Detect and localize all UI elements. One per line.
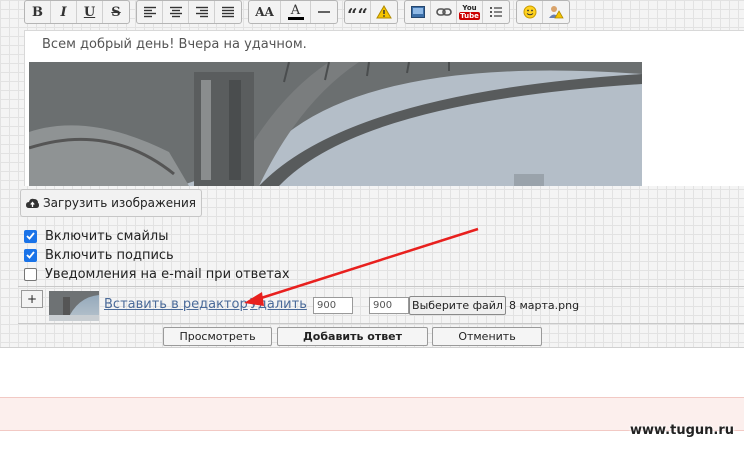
toolbar-group-align <box>136 0 242 24</box>
align-center-icon[interactable] <box>163 1 189 23</box>
upload-images-label: Загрузить изображения <box>42 196 197 210</box>
spoiler-icon[interactable] <box>371 1 397 23</box>
strikethrough-icon[interactable]: S <box>103 1 129 23</box>
attachment-thumbnail <box>49 291 99 321</box>
add-attachment-button[interactable]: + <box>21 290 43 308</box>
bold-icon[interactable]: B <box>25 1 51 23</box>
italic-icon[interactable]: I <box>51 1 77 23</box>
list-icon[interactable] <box>483 1 509 23</box>
inserted-bridge-image <box>29 62 642 186</box>
font-color-letter: A <box>290 3 301 18</box>
choose-file-button[interactable]: Выберите файл <box>409 296 506 315</box>
site-watermark: www.tugun.ru <box>629 423 734 438</box>
bridge-image-drawing <box>29 62 642 186</box>
font-size-icon[interactable]: AA <box>249 1 281 23</box>
editor-text: Всем добрый день! Вчера на удачном. <box>42 37 307 52</box>
youtube-bottom-text: Tube <box>459 12 480 20</box>
option-email-notifications-label: Уведомления на e-mail при ответах <box>45 266 290 282</box>
upload-images-button[interactable]: Загрузить изображения <box>20 189 202 217</box>
image-icon[interactable] <box>405 1 431 23</box>
message-editor[interactable]: Всем добрый день! Вчера на удачном. <box>24 30 744 186</box>
smiley-icon[interactable] <box>517 1 543 23</box>
toolbar-group-extra <box>516 0 570 24</box>
underline-icon[interactable]: U <box>77 1 103 23</box>
selected-file-name: 8 марта.png <box>509 299 580 312</box>
option-enable-signature[interactable]: Включить подпись <box>24 246 174 264</box>
form-bottom-divider <box>0 347 744 348</box>
insert-into-editor-link[interactable]: Вставить в редактор <box>104 297 248 312</box>
align-justify-icon[interactable] <box>215 1 241 23</box>
align-left-icon[interactable] <box>137 1 163 23</box>
youtube-icon[interactable]: You Tube <box>457 1 483 23</box>
add-reply-button[interactable]: Добавить ответ <box>277 327 428 346</box>
thumbnail-drawing <box>49 291 99 321</box>
image-height-input[interactable]: 900 <box>369 297 409 314</box>
option-enable-smilies[interactable]: Включить смайлы <box>24 227 168 245</box>
cloud-upload-icon <box>25 198 39 208</box>
delete-attachment-link[interactable]: Удалить <box>250 297 307 312</box>
horizontal-rule-icon[interactable] <box>311 1 337 23</box>
preview-button[interactable]: Просмотреть <box>163 327 272 346</box>
option-enable-signature-label: Включить подпись <box>45 247 174 263</box>
checkbox-enable-signature[interactable] <box>24 248 37 262</box>
cancel-button[interactable]: Отменить <box>432 327 542 346</box>
font-color-icon[interactable]: A <box>281 1 311 23</box>
toolbar-group-quote: ““ <box>344 0 398 26</box>
toolbar-group-media: You Tube <box>404 0 510 24</box>
align-right-icon[interactable] <box>189 1 215 23</box>
image-width-input[interactable]: 900 <box>313 297 353 314</box>
checkbox-email-notifications[interactable] <box>24 267 37 281</box>
option-enable-smilies-label: Включить смайлы <box>45 228 169 244</box>
quote-icon[interactable]: ““ <box>345 1 371 26</box>
link-icon[interactable] <box>431 1 457 23</box>
font-color-bar <box>287 17 304 20</box>
option-email-notifications[interactable]: Уведомления на e-mail при ответах <box>24 265 290 283</box>
checkbox-enable-smilies[interactable] <box>24 229 37 243</box>
editor-toolbar: B I U S AA A ““ You Tube <box>24 0 576 26</box>
attachment-row: + Вставить в редактор Удалить 900 X 900 … <box>18 286 744 324</box>
toolbar-group-font: AA A <box>248 0 338 24</box>
user-mention-icon[interactable] <box>543 1 569 23</box>
toolbar-group-text-style: B I U S <box>24 0 130 24</box>
youtube-top-text: You <box>462 4 477 12</box>
